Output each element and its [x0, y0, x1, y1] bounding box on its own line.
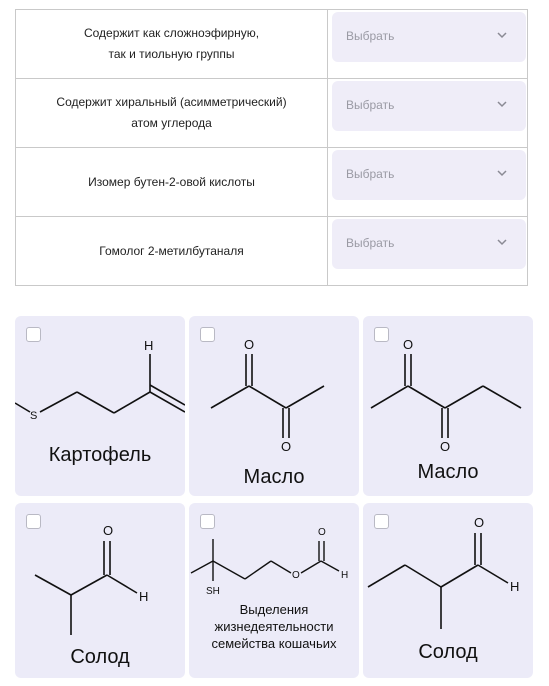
chevron-down-icon: [497, 170, 507, 177]
answer-card[interactable]: O O Масло: [363, 316, 533, 496]
answer-card[interactable]: O H Солод: [15, 503, 185, 678]
chevron-down-icon: [497, 101, 507, 108]
answer-card[interactable]: SH O O H Выделения жизнедеятельности сем…: [189, 503, 359, 678]
select-placeholder: Выбрать: [346, 98, 395, 112]
chevron-down-icon: [497, 32, 507, 39]
atom-label: H: [341, 570, 348, 581]
select-cell: Выбрать: [328, 217, 527, 285]
card-caption: Выделения жизнедеятельности семейства ко…: [211, 602, 337, 651]
card-caption: Солод: [418, 641, 478, 663]
table-row: Содержит как сложноэфирную, так и тиольну…: [16, 10, 527, 78]
card-caption: Масло: [243, 466, 305, 488]
atom-label: H: [144, 338, 153, 353]
select-placeholder: Выбрать: [346, 29, 395, 43]
table-row: Содержит хиральный (асимметрический) атом…: [16, 78, 527, 147]
table-row: Изомер бутен-2-овой кислоты Выбрать: [16, 147, 527, 216]
chevron-down-icon: [497, 239, 507, 246]
answer-card[interactable]: O H Солод: [363, 503, 533, 678]
atom-label: SH: [206, 586, 220, 597]
table-row: Гомолог 2-метилбутаналя Выбрать: [16, 216, 527, 285]
row-label: Гомолог 2-метилбутаналя: [16, 217, 328, 285]
select-placeholder: Выбрать: [346, 167, 395, 181]
structure-drawing: H S: [15, 338, 185, 422]
atom-label: O: [403, 337, 413, 352]
row-label: Содержит как сложноэфирную, так и тиольну…: [16, 10, 328, 78]
atom-label: O: [318, 527, 326, 538]
matching-table: Содержит как сложноэфирную, так и тиольну…: [15, 9, 528, 286]
answer-card[interactable]: O O Масло: [189, 316, 359, 496]
atom-label: O: [244, 337, 254, 352]
atom-label: H: [510, 579, 519, 594]
select-cell: Выбрать: [328, 79, 527, 147]
atom-label: O: [440, 439, 450, 454]
select-cell: Выбрать: [328, 148, 527, 216]
atom-label: S: [30, 410, 37, 422]
row-label: Изомер бутен-2-овой кислоты: [16, 148, 328, 216]
atom-label: H: [139, 589, 148, 604]
answer-card[interactable]: H S Картофель: [15, 316, 185, 496]
answer-select[interactable]: Выбрать: [332, 12, 526, 62]
answer-select[interactable]: Выбрать: [332, 219, 526, 269]
answer-select[interactable]: Выбрать: [332, 81, 526, 131]
card-caption: Картофель: [48, 444, 152, 466]
select-placeholder: Выбрать: [346, 236, 395, 250]
atom-label: O: [103, 523, 113, 538]
card-caption: Масло: [417, 461, 479, 483]
answer-select[interactable]: Выбрать: [332, 150, 526, 200]
select-cell: Выбрать: [328, 10, 527, 78]
atom-label: O: [281, 439, 291, 454]
atom-label: O: [292, 570, 300, 581]
card-caption: Солод: [70, 646, 130, 668]
row-label: Содержит хиральный (асимметрический) атом…: [16, 79, 328, 147]
atom-label: O: [474, 515, 484, 530]
